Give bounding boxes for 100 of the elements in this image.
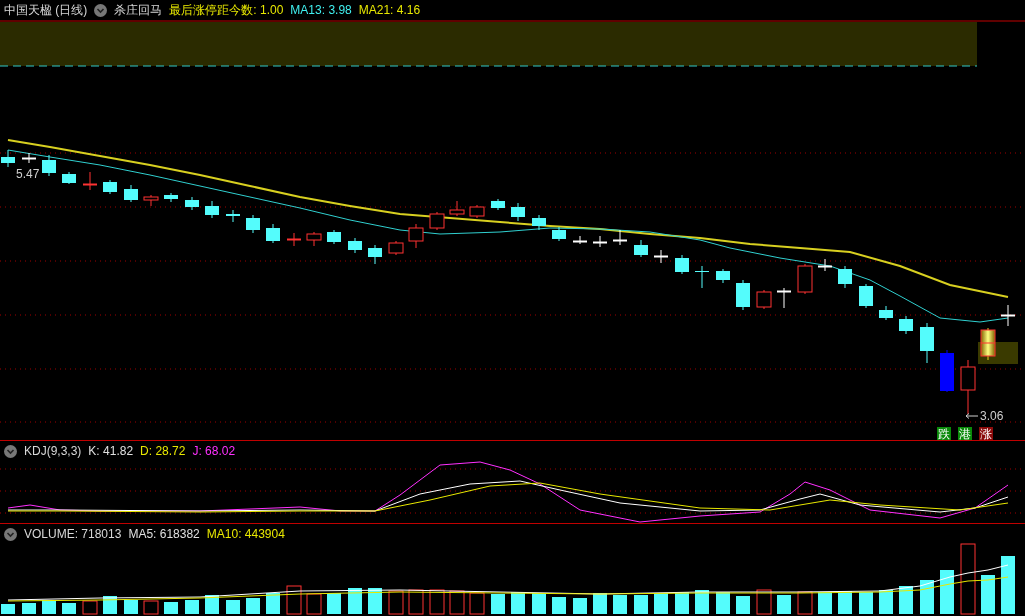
candlestick [940,349,954,393]
candlestick [469,204,485,219]
dropdown-icon[interactable] [4,527,17,541]
candlestick [797,263,813,295]
candlestick [327,229,341,245]
candlestick [21,152,37,164]
volume-bar [838,591,852,614]
candlestick [449,200,465,217]
volume-bar [675,592,689,614]
volume-bar [22,603,36,614]
candlestick [246,214,260,234]
volume-bar [62,603,76,614]
volume-bar [532,593,546,614]
indicator-reading: K: 41.82 [88,443,134,459]
volume-bar [1001,556,1015,614]
dropdown-icon[interactable] [94,3,108,17]
volume-bar [552,597,566,614]
candlestick [653,249,669,264]
volume-bar [613,595,627,614]
candlestick [143,194,159,207]
candlestick [817,258,833,272]
candlestick [388,240,404,256]
candlestick [776,287,792,309]
volume-bar [246,598,260,614]
volume-bar [920,580,934,614]
volume-bar [124,600,138,614]
candlestick [124,184,138,203]
signal-tag: 跌 [937,427,951,441]
volume-bar [573,598,587,614]
candlestick [226,209,240,223]
candlestick [408,223,424,249]
indicator-reading: MA10: 443904 [206,526,285,542]
candlestick [552,226,566,242]
volume-bar [940,570,954,614]
signal-tag: 涨 [979,427,993,441]
candlestick [920,322,934,364]
candlestick [634,239,648,258]
candlestick [572,235,588,245]
volume-bar [1,604,15,614]
candlestick [164,192,178,203]
candlestick [736,279,750,311]
candlestick [306,231,322,247]
volume-bar [593,593,607,614]
volume-bar [327,593,341,614]
indicator-reading: MA21: 4.16 [358,2,421,18]
volume-bar [695,590,709,614]
volume-bar [654,593,668,614]
volume-bar [981,575,995,614]
candlestick [348,237,362,254]
volume-bar [777,595,791,614]
candlestick [899,315,913,335]
candlestick [592,235,608,248]
candlestick [859,283,873,309]
candlestick [511,202,525,222]
high-price-label: 5.47 [16,167,40,181]
dropdown-icon[interactable] [4,444,17,458]
candlestick [1,149,15,168]
volume-bar [226,600,240,614]
candlestick [62,171,76,185]
indicator-name: 杀庄回马 [114,2,163,18]
volume-bar [164,602,178,614]
indicator-reading: MA5: 618382 [128,526,200,542]
volume-bar [859,592,873,614]
indicator-reading: D: 28.72 [140,443,186,459]
volume-bar [634,595,648,614]
volume-bar [736,596,750,614]
arrow-icon [966,413,978,419]
volume-bar [511,592,525,614]
candlestick [879,305,893,321]
candlestick [838,265,852,289]
low-price-label: 3.06 [980,409,1004,423]
candlestick [266,223,280,244]
candlestick [491,198,505,211]
candlestick [960,359,976,415]
candlestick [205,200,219,219]
indicator-reading: J: 68.02 [192,443,236,459]
candlestick [675,254,689,275]
candlestick [532,214,546,231]
candlestick [185,196,199,211]
candlestick [368,244,382,265]
pane-title: KDJ(9,3,3) [24,443,82,459]
volume-bar [185,600,199,614]
volume-bar [879,590,893,614]
volume-bar [716,592,730,614]
candlestick [82,171,98,191]
indicator-reading: MA13: 3.98 [290,2,352,18]
candlestick [286,232,302,247]
candlestick [1000,304,1016,327]
candlestick [695,265,709,289]
candlestick [42,154,56,177]
candlestick [716,268,730,284]
pane-title: 中国天楹 (日线) [4,2,88,18]
signal-tag: 港 [958,427,972,441]
candlestick [103,179,117,195]
candlestick [612,229,628,246]
pane-title: VOLUME: 718013 [24,526,122,542]
candlestick [429,211,445,231]
volume-bar [818,592,832,614]
indicator-reading: 最后涨停距今数: 1.00 [169,2,284,18]
candlestick [980,327,996,361]
